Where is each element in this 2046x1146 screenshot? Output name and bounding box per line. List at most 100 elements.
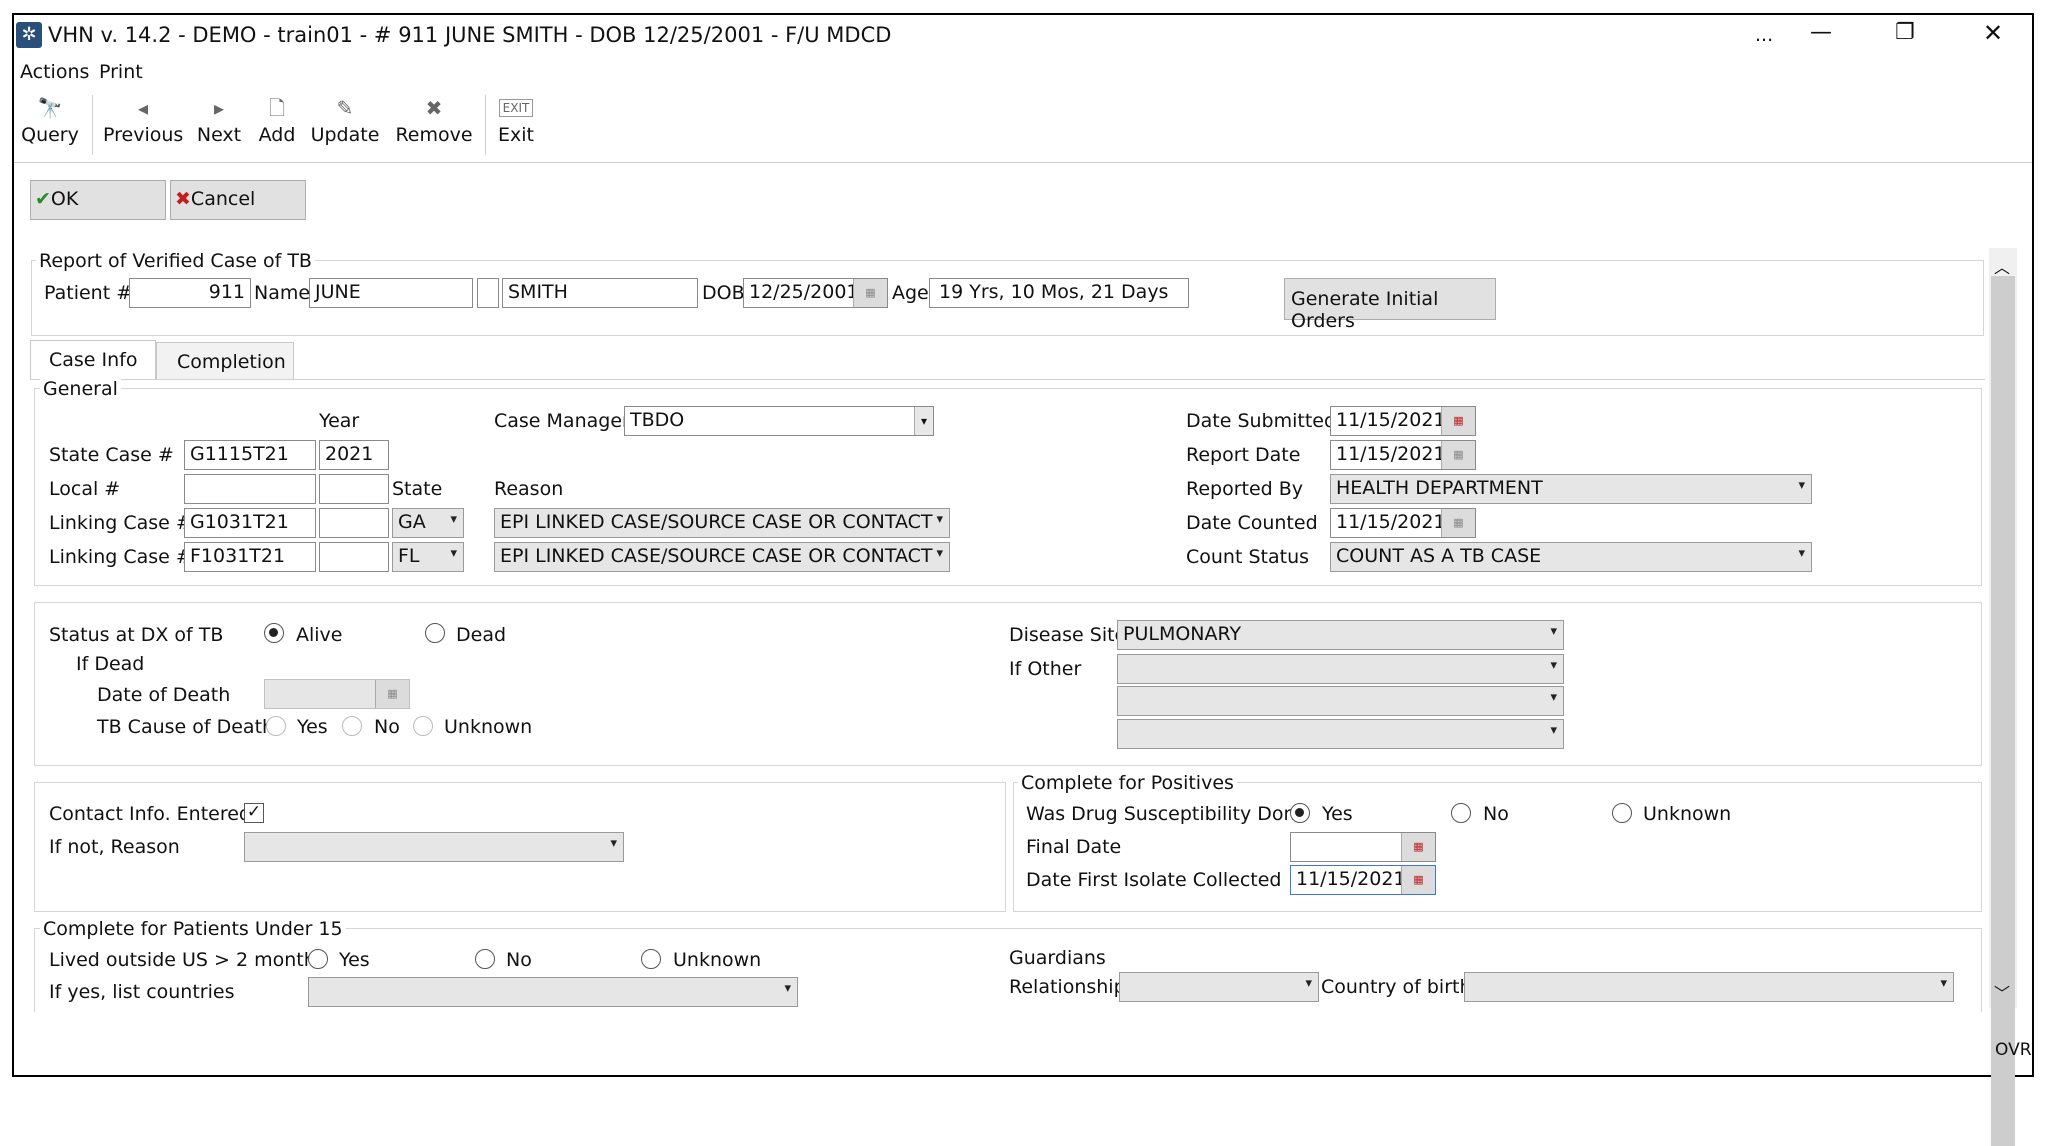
first-isolate-label: Date First Isolate Collected [1026,869,1282,891]
binoculars-icon: 🔭 [37,96,63,120]
date-submitted-field[interactable]: 11/15/2021 ▦ [1330,406,1476,436]
cause-yes-label: Yes [297,716,328,738]
calendar-icon[interactable]: ▦ [1441,407,1475,435]
contact-info-entered-label: Contact Info. Entered [49,803,251,825]
tab-case-info[interactable]: Case Info [30,340,156,380]
alive-radio[interactable] [264,623,284,643]
scroll-thumb[interactable] [1991,276,2015,1146]
positives-group [1013,782,1982,912]
window-title: VHN v. 14.2 - DEMO - train01 - # 911 JUN… [48,23,892,47]
reported-by-label: Reported By [1186,478,1304,500]
drug-yes-label: Yes [1322,803,1353,825]
reason-label: Reason [494,478,564,500]
query-button[interactable]: 🔭 Query [20,92,80,146]
other-site-1-select[interactable]: ▾ [1117,654,1564,684]
first-isolate-field[interactable]: 11/15/2021 ▦ [1290,865,1436,895]
if-other-label: If Other [1009,658,1082,680]
reported-by-select[interactable]: HEALTH DEPARTMENT ▾ [1330,474,1812,504]
country-of-birth-select[interactable]: ▾ [1464,972,1954,1002]
dead-radio[interactable] [425,623,445,643]
date-of-death-field: ▦ [264,679,410,709]
dropdown-arrow-icon: ▾ [936,546,943,561]
local-year-field[interactable] [319,474,389,504]
exit-button[interactable]: EXIT Exit [494,92,538,146]
add-button[interactable]: 🗋 Add [254,92,300,146]
countries-select[interactable]: ▾ [308,977,798,1007]
disease-site-select[interactable]: PULMONARY ▾ [1117,620,1564,650]
linking-case-2-field[interactable]: F1031T21 [184,542,316,572]
linking-case-1-year-field[interactable] [319,508,389,538]
country-of-birth-label: Country of birth [1321,976,1472,998]
date-counted-label: Date Counted [1186,512,1318,534]
calendar-icon[interactable]: ▦ [1401,866,1435,894]
if-not-reason-select[interactable]: ▾ [244,832,624,862]
dropdown-arrow-icon: ▾ [1550,723,1557,738]
other-site-2-select[interactable]: ▾ [1117,686,1564,716]
restore-icon[interactable]: ❐ [1895,20,1915,45]
dropdown-arrow-icon: ▾ [1798,546,1805,561]
vertical-scrollbar[interactable]: ︿ ﹀ [1989,248,2017,1146]
dropdown-arrow-icon: ▾ [1940,976,1947,991]
tab-completion[interactable]: Completion [156,342,294,380]
lived-no-radio[interactable] [475,949,495,969]
linking-case-2-reason-select[interactable]: EPI LINKED CASE/SOURCE CASE OR CONTACT ▾ [494,542,950,572]
generate-initial-orders-button[interactable]: Generate Initial Orders [1284,278,1496,332]
local-field[interactable] [184,474,316,504]
year-label: Year [319,410,360,432]
lived-unknown-radio[interactable] [641,949,661,969]
patient-number-field[interactable]: 911 [129,278,251,308]
linking-case-1-reason-select[interactable]: EPI LINKED CASE/SOURCE CASE OR CONTACT ▾ [494,508,950,538]
first-name-field[interactable]: JUNE [309,278,473,308]
scroll-down-icon[interactable]: ﹀ [1994,980,2010,1004]
next-icon: ▸ [213,96,225,120]
new-page-icon: 🗋 [268,96,286,120]
linking-case-2-label: Linking Case # [49,546,192,568]
dropdown-arrow-icon: ▾ [610,836,617,851]
update-button[interactable]: ✎ Update [310,92,380,146]
state-case-year-field[interactable]: 2021 [319,440,389,470]
report-date-field[interactable]: 11/15/2021 ▦ [1330,440,1476,470]
date-counted-field[interactable]: 11/15/2021 ▦ [1330,508,1476,538]
menu-print[interactable]: Print [99,61,143,83]
linking-case-1-field[interactable]: G1031T21 [184,508,316,538]
under15-group-title: Complete for Patients Under 15 [40,918,346,940]
relationship-select[interactable]: ▾ [1119,972,1319,1002]
scroll-up-icon[interactable]: ︿ [1994,254,2010,278]
calendar-icon[interactable]: ▦ [1441,441,1475,469]
cause-unknown-label: Unknown [444,716,533,738]
name-label: Name [254,282,311,304]
disease-site-label: Disease Site [1009,624,1127,646]
state-case-field[interactable]: G1115T21 [184,440,316,470]
count-status-select[interactable]: COUNT AS A TB CASE ▾ [1330,542,1812,572]
close-icon[interactable]: ✕ [1983,19,2003,47]
calendar-icon[interactable]: ▦ [853,279,887,307]
linking-case-1-state-select[interactable]: GA ▾ [392,508,464,538]
contact-info-entered-checkbox[interactable]: ✓ [244,803,264,823]
ok-button[interactable]: ✔OK [30,180,166,220]
cancel-button[interactable]: ✖Cancel [170,180,306,220]
drug-no-radio[interactable] [1451,803,1471,823]
middle-initial-field[interactable] [477,278,499,308]
app-icon: ✲ [16,22,42,48]
drug-yes-radio[interactable] [1290,803,1310,823]
linking-case-2-state-select[interactable]: FL ▾ [392,542,464,572]
case-manager-select[interactable]: TBDO ▾ [624,406,934,436]
menu-actions[interactable]: Actions [20,61,89,83]
if-not-reason-label: If not, Reason [49,836,180,858]
dob-field[interactable]: 12/25/2001 ▦ [743,278,888,308]
lived-outside-label: Lived outside US > 2 months [49,949,326,971]
drug-unknown-radio[interactable] [1612,803,1632,823]
edit-icon: ✎ [336,96,354,120]
previous-button[interactable]: ◂ Previous [103,92,183,146]
next-button[interactable]: ▸ Next [196,92,242,146]
more-icon[interactable]: ... [1755,24,1773,46]
remove-button[interactable]: ✖ Remove [392,92,476,146]
last-name-field[interactable]: SMITH [502,278,698,308]
other-site-3-select[interactable]: ▾ [1117,719,1564,749]
linking-case-2-year-field[interactable] [319,542,389,572]
minimize-icon[interactable]: — [1810,20,1832,45]
calendar-icon[interactable]: ▦ [1401,833,1435,861]
lived-yes-radio[interactable] [308,949,328,969]
final-date-field[interactable]: ▦ [1290,832,1436,862]
calendar-icon[interactable]: ▦ [1441,509,1475,537]
